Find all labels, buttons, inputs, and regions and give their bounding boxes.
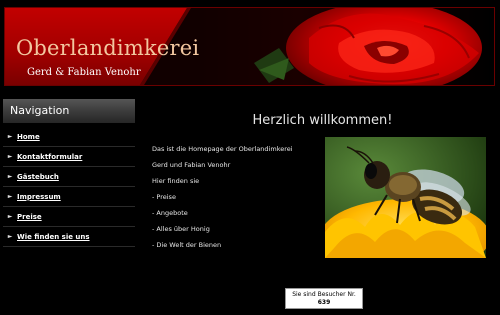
owners-text: Gerd und Fabian Venohr xyxy=(152,161,231,169)
nav-link-impressum[interactable]: Impressum xyxy=(17,193,61,201)
nav-item-wie-finden-sie-uns[interactable]: ► Wie finden sie uns xyxy=(3,227,135,247)
nav-item-impressum[interactable]: ► Impressum xyxy=(3,187,135,207)
header-banner: Oberlandimkerei Gerd & Fabian Venohr xyxy=(4,7,495,86)
navigation-heading: Navigation xyxy=(3,99,135,123)
list-item: - Die Welt der Bienen xyxy=(152,241,222,249)
nav-item-kontaktformular[interactable]: ► Kontaktformular xyxy=(3,147,135,167)
arrow-bullet-icon: ► xyxy=(7,193,13,200)
site-title: Oberlandimkerei xyxy=(16,36,200,60)
list-item: - Alles über Honig xyxy=(152,225,210,233)
visitor-counter-number: 639 xyxy=(317,299,331,306)
nav-item-home[interactable]: ► Home xyxy=(3,127,135,147)
nav-link-wie-finden-sie-uns[interactable]: Wie finden sie uns xyxy=(17,233,90,241)
arrow-bullet-icon: ► xyxy=(7,173,13,180)
intro-text: Das ist die Homepage der Oberlandimkerei xyxy=(152,145,293,153)
welcome-heading: Herzlich willkommen! xyxy=(252,113,393,128)
find-here-text: Hier finden sie xyxy=(152,177,200,185)
nav-item-gaestebuch[interactable]: ► Gästebuch xyxy=(3,167,135,187)
nav-link-preise[interactable]: Preise xyxy=(17,213,42,221)
arrow-bullet-icon: ► xyxy=(7,133,13,140)
arrow-bullet-icon: ► xyxy=(7,233,13,240)
visitor-counter-label: Sie sind Besucher Nr. xyxy=(292,291,356,298)
nav-link-home[interactable]: Home xyxy=(17,133,40,141)
nav-link-gaestebuch[interactable]: Gästebuch xyxy=(17,173,59,181)
bee-image xyxy=(325,137,486,258)
arrow-bullet-icon: ► xyxy=(7,213,13,220)
site-subtitle: Gerd & Fabian Venohr xyxy=(27,67,141,78)
arrow-bullet-icon: ► xyxy=(7,153,13,160)
list-item: - Angebote xyxy=(152,209,188,217)
visitor-counter: Sie sind Besucher Nr. 639 xyxy=(285,288,363,309)
nav-item-preise[interactable]: ► Preise xyxy=(3,207,135,227)
rose-image xyxy=(254,8,482,85)
navigation-menu: ► Home ► Kontaktformular ► Gästebuch ► I… xyxy=(3,127,135,247)
main-content: Das ist die Homepage der Oberlandimkerei… xyxy=(152,141,312,253)
list-item: - Preise xyxy=(152,193,176,201)
nav-link-kontaktformular[interactable]: Kontaktformular xyxy=(17,153,82,161)
